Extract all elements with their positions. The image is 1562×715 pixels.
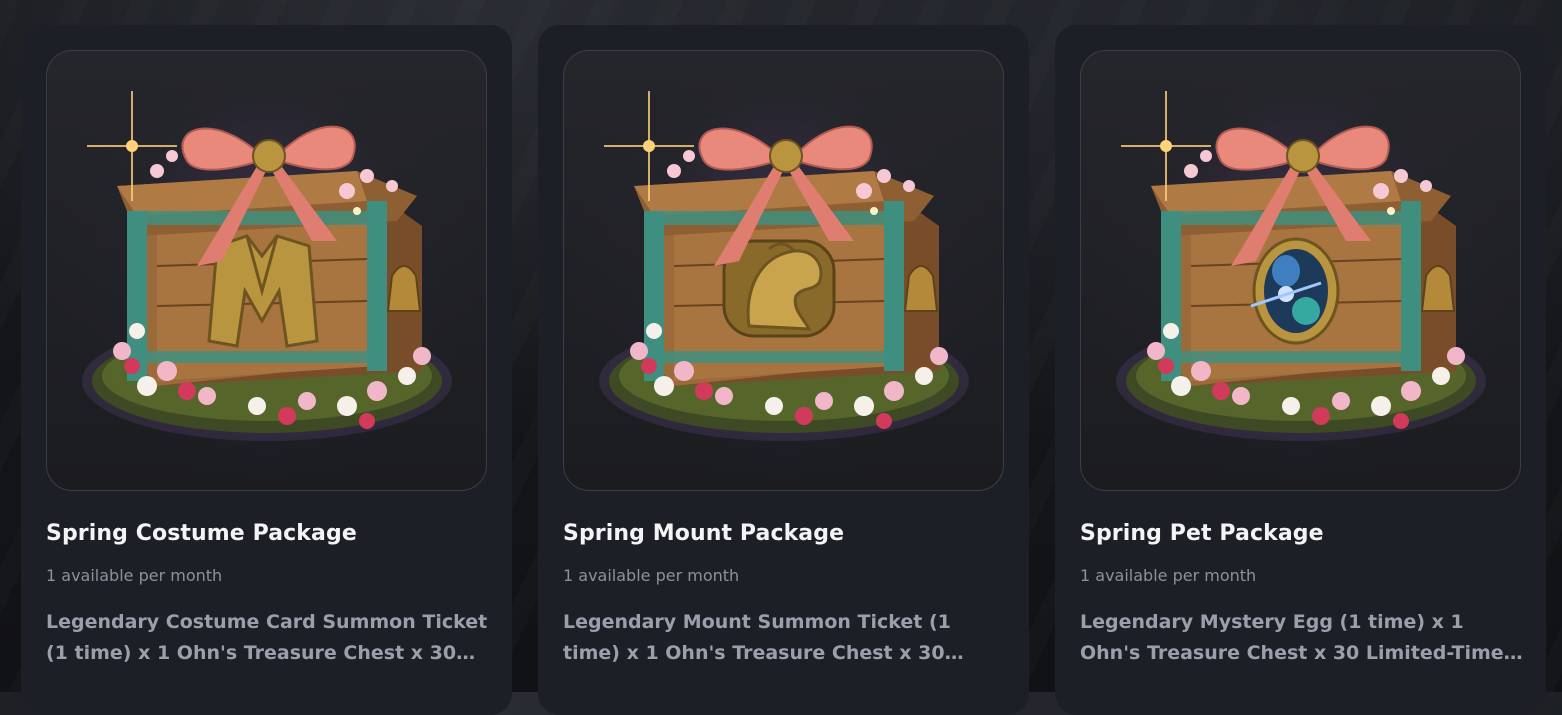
purchase-limit: 1 available per month bbox=[1080, 566, 1257, 585]
package-description: Legendary Costume Card Summon Ticket (1 … bbox=[46, 611, 488, 664]
purchase-limit: 1 available per month bbox=[46, 566, 223, 585]
package-card-costume[interactable]: Spring Costume Package 1 available per m… bbox=[21, 25, 512, 715]
package-description: Legendary Mystery Egg (1 time) x 1 Ohn's… bbox=[1080, 611, 1504, 664]
treasure-chest-icon bbox=[1116, 91, 1486, 441]
purchase-limit: 1 available per month bbox=[563, 566, 740, 585]
package-card-mount[interactable]: Spring Mount Package 1 available per mon… bbox=[538, 25, 1029, 715]
treasure-chest-icon bbox=[82, 91, 452, 441]
package-image[interactable] bbox=[46, 50, 487, 491]
package-grid: Spring Costume Package 1 available per m… bbox=[21, 25, 1546, 715]
package-title: Spring Costume Package bbox=[46, 521, 357, 546]
treasure-chest-icon bbox=[599, 91, 969, 441]
package-title: Spring Mount Package bbox=[563, 521, 845, 546]
package-description: Legendary Mount Summon Ticket (1 time) x… bbox=[563, 611, 951, 664]
package-card-pet[interactable]: Spring Pet Package 1 available per month… bbox=[1055, 25, 1546, 715]
package-image[interactable] bbox=[1080, 50, 1521, 491]
package-title: Spring Pet Package bbox=[1080, 521, 1324, 546]
package-image[interactable] bbox=[563, 50, 1004, 491]
